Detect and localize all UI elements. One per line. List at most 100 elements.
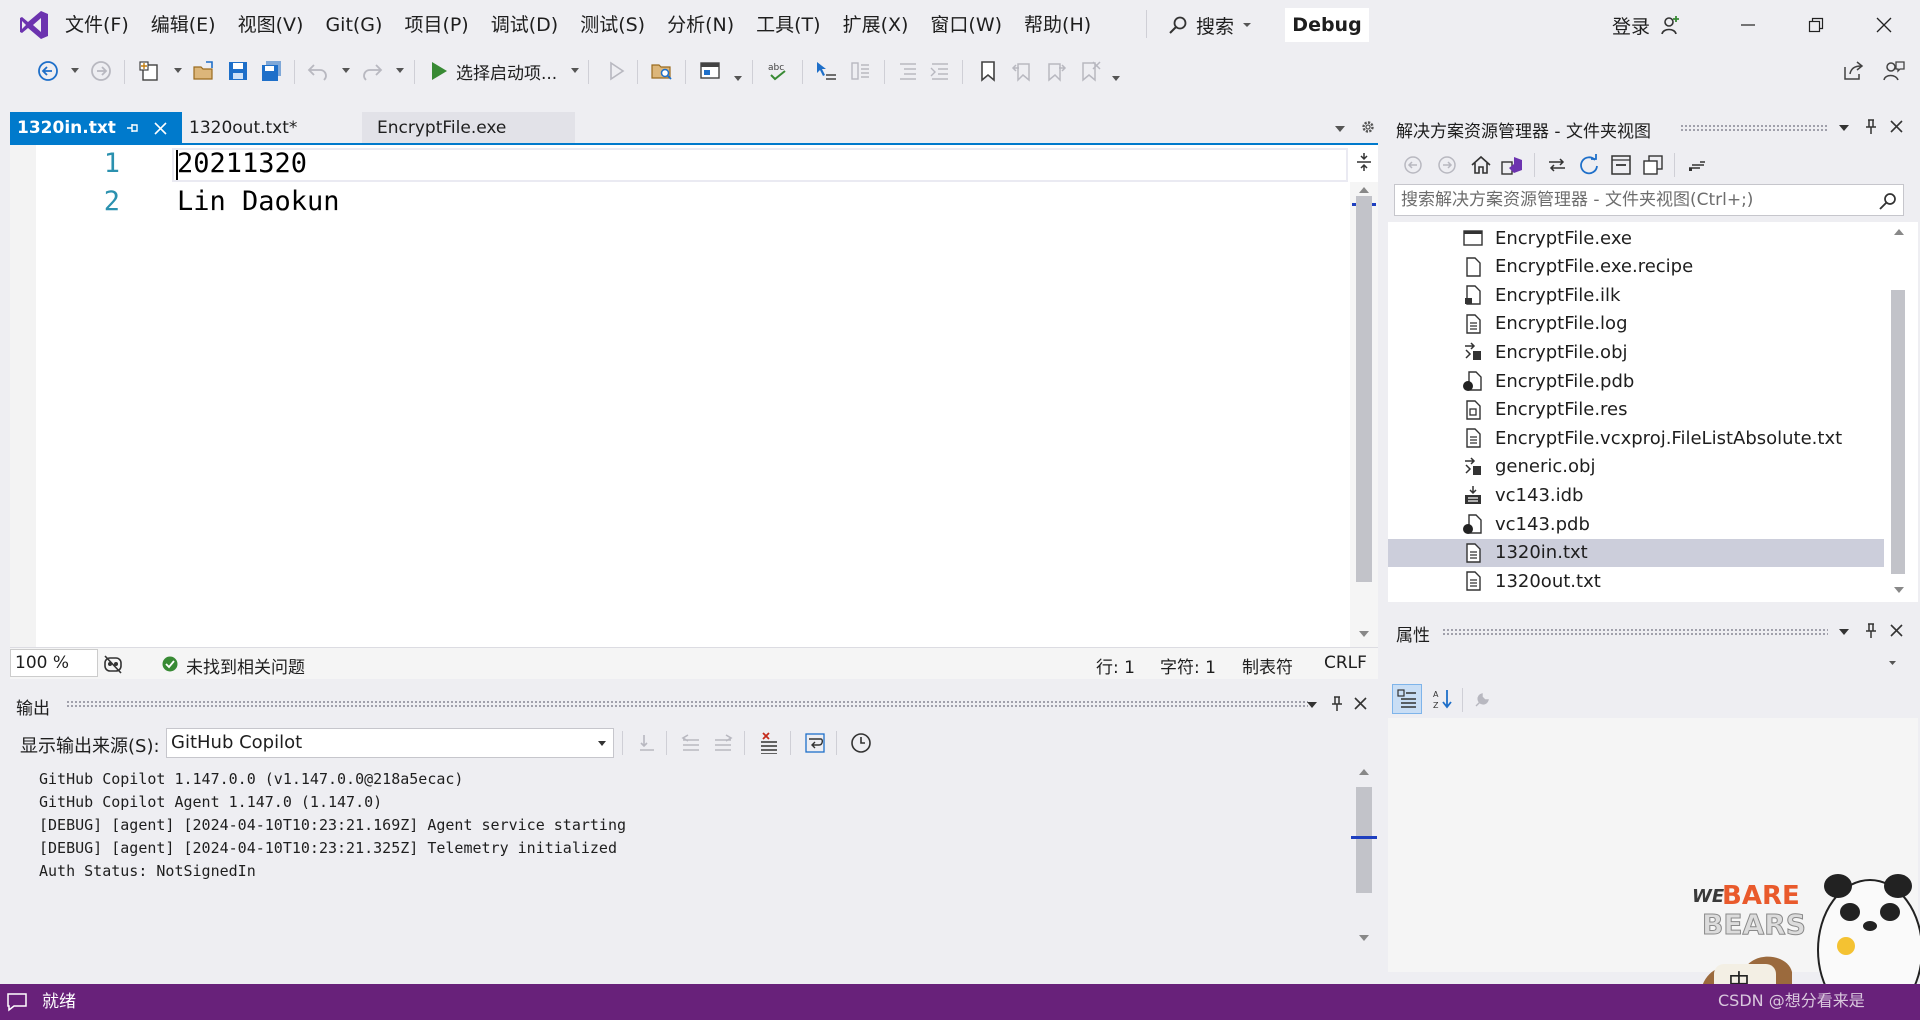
spell-check-icon[interactable]: abc bbox=[766, 59, 790, 83]
switch-views-icon[interactable] bbox=[1500, 154, 1524, 176]
save-icon[interactable] bbox=[226, 59, 250, 83]
menu-analyze[interactable]: 分析(N) bbox=[656, 0, 745, 50]
start-without-debugging-icon[interactable] bbox=[604, 59, 628, 83]
sync-active-doc-icon[interactable] bbox=[1546, 154, 1568, 176]
undo-dropdown-icon[interactable] bbox=[342, 68, 350, 73]
issues-status[interactable]: 未找到相关问题 bbox=[186, 653, 305, 678]
indent-mode[interactable]: 制表符 bbox=[1242, 653, 1293, 678]
close-panel-icon[interactable] bbox=[1890, 120, 1903, 133]
tree-item-file[interactable]: EncryptFile.res bbox=[1388, 396, 1884, 424]
live-share-icon[interactable] bbox=[1842, 59, 1866, 83]
next-bookmark-icon[interactable] bbox=[1044, 59, 1068, 83]
menu-view[interactable]: 视图(V) bbox=[227, 0, 315, 50]
next-message-icon[interactable] bbox=[712, 732, 734, 754]
tree-item-file[interactable]: generic.obj bbox=[1388, 453, 1884, 481]
comment-out-icon[interactable] bbox=[896, 59, 920, 83]
close-tab-icon[interactable] bbox=[154, 122, 167, 135]
menu-extensions[interactable]: 扩展(X) bbox=[832, 0, 920, 50]
line-indicator[interactable]: 行: 1 bbox=[1096, 653, 1135, 678]
window-layout-icon[interactable] bbox=[698, 59, 722, 83]
forward-icon[interactable] bbox=[1436, 154, 1458, 176]
tree-item-file[interactable]: vc143.pdb bbox=[1388, 510, 1884, 538]
scroll-up-icon[interactable] bbox=[1358, 768, 1370, 776]
undo-icon[interactable] bbox=[306, 59, 330, 83]
split-editor-button[interactable] bbox=[1350, 146, 1378, 180]
menu-file[interactable]: 文件(F) bbox=[54, 0, 140, 50]
tree-item-file[interactable]: vc143.idb bbox=[1388, 481, 1884, 509]
navigate-back-icon[interactable] bbox=[36, 59, 60, 83]
menu-git[interactable]: Git(G) bbox=[314, 0, 393, 50]
navigate-forward-icon[interactable] bbox=[89, 59, 113, 83]
scroll-down-icon[interactable] bbox=[1893, 586, 1905, 594]
new-dropdown-icon[interactable] bbox=[174, 68, 182, 73]
show-all-files-icon[interactable] bbox=[1642, 154, 1664, 176]
solution-explorer-search[interactable]: 搜索解决方案资源管理器 - 文件夹视图(Ctrl+;) bbox=[1394, 184, 1904, 216]
tab-1320out[interactable]: 1320out.txt* bbox=[182, 112, 362, 144]
settings-gear-icon[interactable] bbox=[1360, 119, 1376, 135]
tree-item-file[interactable]: EncryptFile.vcxproj.FileListAbsolute.txt bbox=[1388, 424, 1884, 452]
restore-button[interactable] bbox=[1788, 5, 1844, 45]
no-issues-icon[interactable] bbox=[162, 656, 178, 672]
output-scroll-thumb[interactable] bbox=[1356, 787, 1372, 893]
save-all-icon[interactable] bbox=[260, 59, 284, 83]
bookmark-icon[interactable] bbox=[976, 59, 1000, 83]
scroll-up-icon[interactable] bbox=[1358, 186, 1370, 194]
tree-item-file[interactable]: EncryptFile.exe.recipe bbox=[1388, 253, 1884, 281]
tab-list-dropdown-icon[interactable] bbox=[1334, 124, 1346, 134]
pin-icon[interactable] bbox=[126, 121, 140, 135]
comment-select-icon[interactable] bbox=[814, 59, 838, 83]
pin-panel-icon[interactable] bbox=[1864, 623, 1878, 639]
redo-icon[interactable] bbox=[360, 59, 384, 83]
zoom-level-combo[interactable]: 100 % bbox=[10, 649, 98, 677]
clock-icon[interactable] bbox=[850, 732, 872, 754]
text-editor[interactable] bbox=[10, 145, 1378, 647]
code-line[interactable]: Lin Daokun bbox=[177, 186, 340, 217]
code-line[interactable]: 20211320 bbox=[177, 148, 307, 179]
close-window-button[interactable] bbox=[1856, 5, 1912, 45]
notification-icon[interactable] bbox=[6, 992, 28, 1012]
back-icon[interactable] bbox=[1402, 154, 1424, 176]
tree-item-file[interactable]: EncryptFile.obj bbox=[1388, 338, 1884, 366]
scroll-up-icon[interactable] bbox=[1893, 228, 1905, 236]
solution-configuration[interactable]: Debug bbox=[1285, 8, 1369, 42]
menu-project[interactable]: 项目(P) bbox=[393, 0, 479, 50]
sign-in-button[interactable]: 登录 bbox=[1612, 10, 1682, 40]
char-indicator[interactable]: 字符: 1 bbox=[1160, 653, 1216, 678]
panel-grip[interactable] bbox=[1680, 124, 1828, 132]
panel-menu-dropdown-icon[interactable] bbox=[1838, 627, 1850, 637]
tree-item-file[interactable]: EncryptFile.log bbox=[1388, 310, 1884, 338]
line-ending[interactable]: CRLF bbox=[1324, 653, 1367, 673]
tree-vertical-scrollbar[interactable] bbox=[1888, 224, 1910, 600]
open-file-icon[interactable] bbox=[192, 59, 216, 83]
uncomment-icon[interactable] bbox=[928, 59, 952, 83]
menu-edit[interactable]: 编辑(E) bbox=[140, 0, 227, 50]
output-vertical-scrollbar[interactable] bbox=[1350, 762, 1378, 950]
tree-item-file[interactable]: 1320in.txt bbox=[1388, 538, 1884, 567]
panel-grip[interactable] bbox=[66, 700, 1308, 708]
minimize-button[interactable] bbox=[1720, 5, 1776, 45]
editor-scroll-thumb[interactable] bbox=[1356, 196, 1372, 582]
visual-studio-logo-icon[interactable] bbox=[18, 9, 50, 41]
close-panel-icon[interactable] bbox=[1890, 624, 1903, 637]
layout-dropdown-icon[interactable] bbox=[734, 76, 742, 81]
word-wrap-icon[interactable] bbox=[804, 732, 826, 754]
tree-scroll-thumb[interactable] bbox=[1891, 290, 1905, 574]
panel-menu-dropdown-icon[interactable] bbox=[1838, 123, 1850, 133]
feedback-icon[interactable] bbox=[1882, 59, 1906, 83]
menu-window[interactable]: 窗口(W) bbox=[919, 0, 1013, 50]
properties-wrench-icon[interactable] bbox=[1686, 154, 1708, 176]
tree-item-file[interactable]: EncryptFile.ilk bbox=[1388, 281, 1884, 309]
pin-panel-icon[interactable] bbox=[1330, 696, 1344, 712]
close-panel-icon[interactable] bbox=[1354, 697, 1367, 710]
menu-tools[interactable]: 工具(T) bbox=[745, 0, 831, 50]
tree-item-file[interactable]: 1320out.txt bbox=[1388, 567, 1884, 595]
back-dropdown-icon[interactable] bbox=[71, 68, 79, 73]
find-message-icon[interactable] bbox=[636, 732, 658, 754]
alphabetical-sort-icon[interactable]: AZ bbox=[1432, 688, 1454, 710]
prev-bookmark-icon[interactable] bbox=[1010, 59, 1034, 83]
clear-bookmarks-icon[interactable] bbox=[1078, 59, 1102, 83]
menu-debug[interactable]: 调试(D) bbox=[480, 0, 569, 50]
start-dropdown-icon[interactable] bbox=[571, 68, 579, 73]
toolbar-overflow-icon[interactable] bbox=[1112, 76, 1120, 81]
clear-all-icon[interactable] bbox=[758, 732, 780, 754]
